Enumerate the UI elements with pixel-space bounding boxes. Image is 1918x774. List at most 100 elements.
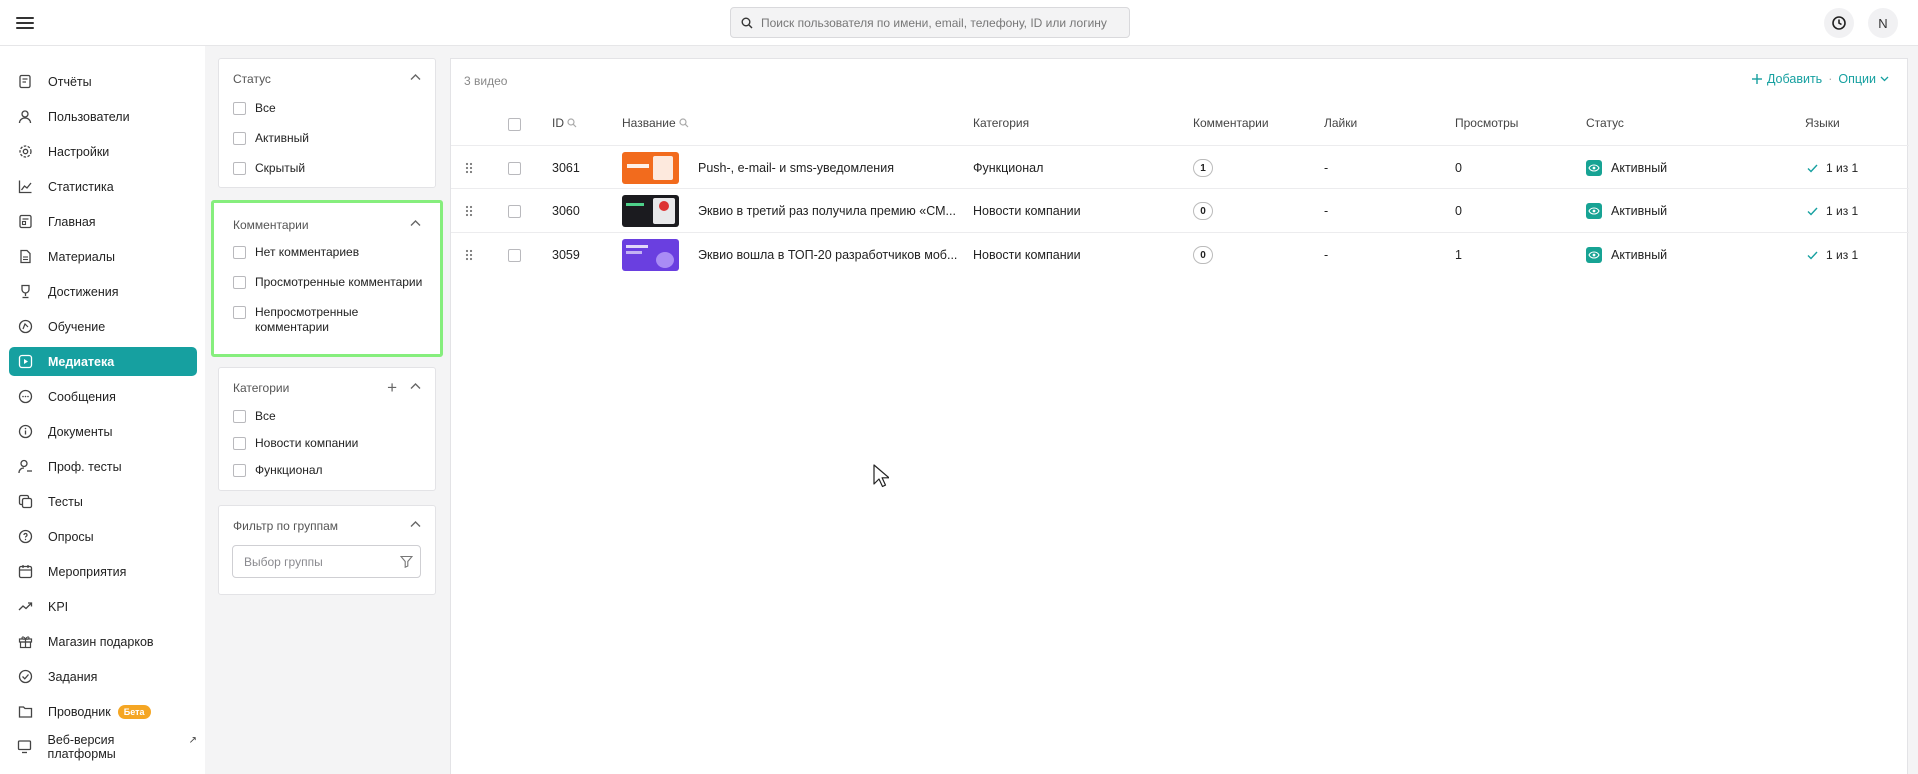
- sidebar-item-prof-tests[interactable]: Проф. тесты: [9, 452, 197, 481]
- category-option-functional[interactable]: Функционал: [233, 463, 323, 478]
- column-views[interactable]: Просмотры: [1455, 116, 1518, 130]
- row-status[interactable]: Активный: [1586, 146, 1667, 190]
- sidebar-item-documents[interactable]: Документы: [9, 417, 197, 446]
- avatar[interactable]: N: [1868, 8, 1898, 38]
- sidebar-item-label: Магазин подарков: [48, 634, 154, 649]
- search-icon[interactable]: [679, 118, 689, 128]
- chevron-up-icon[interactable]: [410, 382, 421, 390]
- add-button[interactable]: Добавить: [1751, 72, 1822, 86]
- row-languages[interactable]: 1 из 1: [1807, 233, 1858, 277]
- sidebar-item-web-version[interactable]: Веб-версия платформы ↗: [9, 732, 197, 761]
- drag-handle-icon[interactable]: [464, 189, 474, 233]
- status-option-hidden[interactable]: Скрытый: [233, 161, 305, 176]
- sidebar-item-polls[interactable]: Опросы: [9, 522, 197, 551]
- checkbox[interactable]: [233, 410, 246, 423]
- comments-count-badge[interactable]: 0: [1193, 246, 1213, 264]
- chevron-up-icon[interactable]: [410, 520, 421, 528]
- sidebar-item-tasks[interactable]: Задания: [9, 662, 197, 691]
- sidebar-item-settings[interactable]: Настройки: [9, 137, 197, 166]
- drag-handle-icon[interactable]: [464, 146, 474, 190]
- trophy-icon: [16, 283, 34, 301]
- table-row[interactable]: 3060 Эквио в третий раз получила премию …: [451, 189, 1909, 233]
- chevron-up-icon[interactable]: [410, 73, 421, 81]
- sidebar-item-label: Задания: [48, 669, 98, 684]
- checkbox[interactable]: [233, 102, 246, 115]
- search-icon[interactable]: [567, 118, 577, 128]
- row-languages[interactable]: 1 из 1: [1807, 146, 1858, 190]
- column-id[interactable]: ID: [552, 116, 577, 130]
- categories-filter: Категории + Все Новости компании Функцио…: [218, 367, 436, 491]
- eye-icon: [1586, 160, 1602, 176]
- comments-option-unviewed[interactable]: Непросмотренные комментарии: [233, 305, 363, 335]
- checkbox[interactable]: [233, 437, 246, 450]
- home-icon: [16, 213, 34, 231]
- sidebar-item-explorer[interactable]: Проводник Бета: [9, 697, 197, 726]
- column-comments[interactable]: Комментарии: [1193, 116, 1269, 130]
- sidebar-item-label: Проф. тесты: [48, 459, 122, 474]
- select-all-checkbox[interactable]: [508, 118, 521, 131]
- column-likes[interactable]: Лайки: [1324, 116, 1357, 130]
- sidebar-item-messages[interactable]: Сообщения: [9, 382, 197, 411]
- video-thumbnail[interactable]: [622, 195, 679, 227]
- category-option-news[interactable]: Новости компании: [233, 436, 358, 451]
- checkbox[interactable]: [233, 276, 246, 289]
- status-option-active[interactable]: Активный: [233, 131, 309, 146]
- row-id: 3059: [552, 248, 580, 262]
- gift-icon: [16, 633, 34, 651]
- row-checkbox[interactable]: [508, 162, 521, 175]
- video-thumbnail[interactable]: [622, 152, 679, 184]
- category-option-all[interactable]: Все: [233, 409, 276, 424]
- add-category-icon[interactable]: +: [387, 379, 397, 396]
- comments-option-viewed[interactable]: Просмотренные комментарии: [233, 275, 422, 290]
- row-id: 3060: [552, 204, 580, 218]
- table-row[interactable]: 3061 Push-, e-mail- и sms-уведомления Фу…: [451, 145, 1909, 189]
- column-languages[interactable]: Языки: [1805, 116, 1840, 130]
- sidebar-item-media-library[interactable]: Медиатека: [9, 347, 197, 376]
- options-button[interactable]: Опции: [1838, 72, 1889, 86]
- checkbox[interactable]: [233, 464, 246, 477]
- user-search-field[interactable]: [730, 7, 1130, 38]
- column-category[interactable]: Категория: [973, 116, 1029, 130]
- drag-handle-icon[interactable]: [464, 233, 474, 277]
- categories-filter-title: Категории: [233, 381, 290, 395]
- checkbox[interactable]: [233, 246, 246, 259]
- status-option-all[interactable]: Все: [233, 101, 276, 116]
- row-name[interactable]: Эквио вошла в ТОП-20 разработчиков моб..…: [698, 233, 957, 277]
- row-checkbox[interactable]: [508, 249, 521, 262]
- comments-option-none[interactable]: Нет комментариев: [233, 245, 359, 260]
- sidebar-item-kpi[interactable]: KPI: [9, 592, 197, 621]
- hamburger-menu-icon[interactable]: [14, 14, 36, 32]
- column-name[interactable]: Название: [622, 116, 689, 130]
- row-checkbox[interactable]: [508, 205, 521, 218]
- video-thumbnail[interactable]: [622, 239, 679, 271]
- checkbox[interactable]: [233, 132, 246, 145]
- sidebar-item-tests[interactable]: Тесты: [9, 487, 197, 516]
- table-row[interactable]: 3059 Эквио вошла в ТОП-20 разработчиков …: [451, 233, 1909, 277]
- row-name[interactable]: Push-, e-mail- и sms-уведомления: [698, 146, 894, 190]
- row-name[interactable]: Эквио в третий раз получила премию «СМ..…: [698, 189, 956, 233]
- sidebar-item-learning[interactable]: Обучение: [9, 312, 197, 341]
- sidebar-item-statistics[interactable]: Статистика: [9, 172, 197, 201]
- sidebar-item-achievements[interactable]: Достижения: [9, 277, 197, 306]
- comments-count-badge[interactable]: 1: [1193, 159, 1213, 177]
- row-status[interactable]: Активный: [1586, 233, 1667, 277]
- row-languages[interactable]: 1 из 1: [1807, 189, 1858, 233]
- row-likes: -: [1324, 161, 1329, 175]
- video-count: 3 видео: [464, 74, 508, 88]
- chevron-up-icon[interactable]: [410, 219, 421, 227]
- sidebar-item-gift-shop[interactable]: Магазин подарков: [9, 627, 197, 656]
- sidebar-item-events[interactable]: Мероприятия: [9, 557, 197, 586]
- history-button[interactable]: [1824, 8, 1854, 38]
- search-input[interactable]: [761, 15, 1121, 30]
- checkbox[interactable]: [233, 162, 246, 175]
- group-select[interactable]: Выбор группы: [232, 545, 421, 578]
- sidebar-item-users[interactable]: Пользователи: [9, 102, 197, 131]
- sidebar-item-materials[interactable]: Материалы: [9, 242, 197, 271]
- plus-icon: [1751, 74, 1762, 84]
- column-status[interactable]: Статус: [1586, 116, 1624, 130]
- sidebar-item-reports[interactable]: Отчёты: [9, 67, 197, 96]
- sidebar-item-home[interactable]: Главная: [9, 207, 197, 236]
- row-status[interactable]: Активный: [1586, 189, 1667, 233]
- checkbox[interactable]: [233, 306, 246, 319]
- comments-count-badge[interactable]: 0: [1193, 202, 1213, 220]
